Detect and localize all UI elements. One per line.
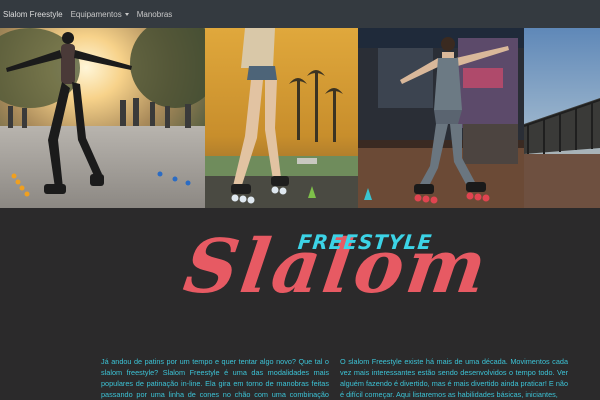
hero-subtitle: FREESTYLE: [296, 230, 434, 254]
chevron-down-icon: [124, 12, 129, 16]
nav-item-equipamentos[interactable]: Equipamentos: [71, 10, 129, 19]
nav-brand[interactable]: Slalom Freestyle: [3, 10, 63, 19]
intro-paragraph-left: Já andou de patins por um tempo e quer t…: [101, 357, 329, 399]
intro-paragraph-right: O slalom Freestyle existe há mais de uma…: [340, 357, 568, 399]
photo-strip: [0, 28, 600, 208]
photo-boardwalk: [524, 28, 600, 208]
top-navbar: Slalom Freestyle Equipamentos Manobras: [0, 0, 600, 28]
photo-skater-sunset: [0, 28, 205, 208]
photo-skater-indoor: [358, 28, 524, 208]
photo-skater-legs: [205, 28, 358, 208]
nav-item-equipamentos-label: Equipamentos: [70, 9, 122, 19]
hero-section: Slalom FREESTYLE Já andou de patins por …: [0, 208, 600, 400]
nav-item-manobras[interactable]: Manobras: [137, 10, 173, 19]
